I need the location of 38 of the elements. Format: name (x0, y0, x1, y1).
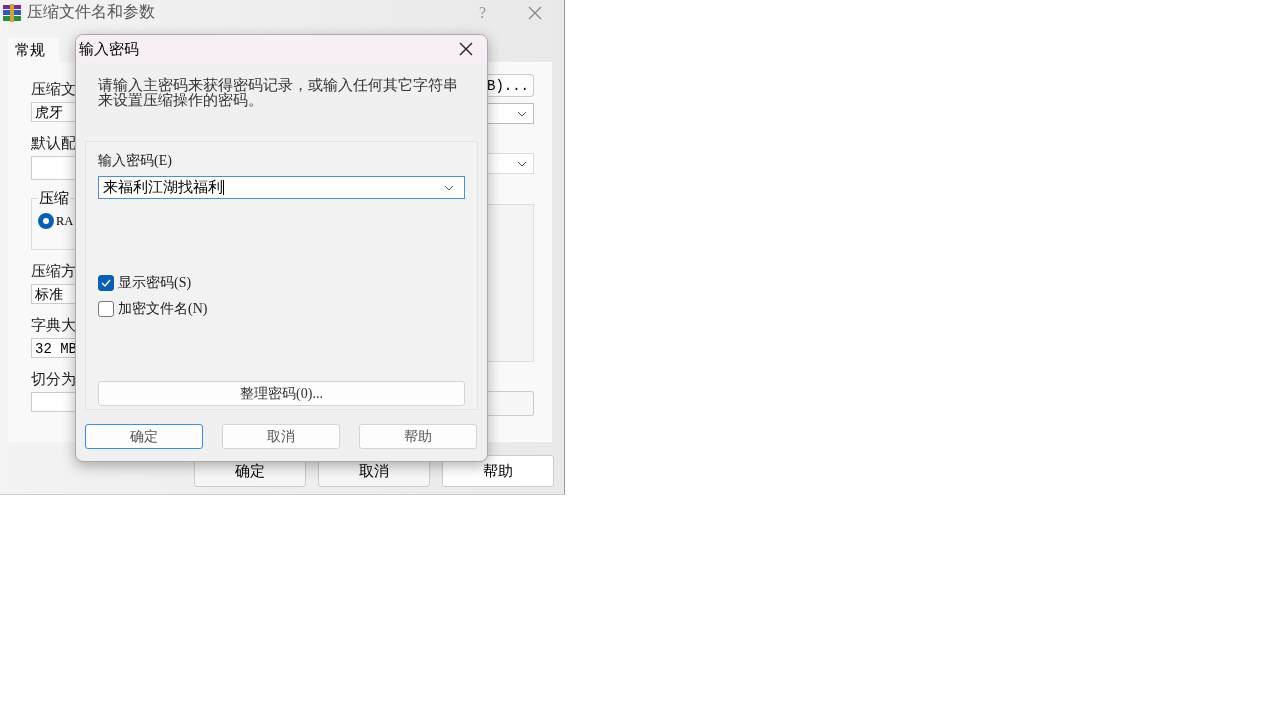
input-field[interactable]: 标准 (31, 284, 75, 304)
checkmark-icon (101, 279, 111, 287)
browse-button[interactable]: B)... (487, 74, 534, 97)
chevron-down-icon (517, 110, 527, 117)
field-label: 字典大 (31, 316, 75, 334)
input-field[interactable] (31, 156, 75, 180)
password-label: 输入密码(E) (98, 152, 173, 170)
dropdown[interactable] (487, 103, 534, 124)
chevron-down-icon (517, 160, 527, 167)
chevron-down-icon (444, 184, 454, 191)
field-label: 默认配 (31, 134, 75, 152)
organize-passwords-button[interactable]: 整理密码(0)... (98, 381, 465, 406)
dialog-button[interactable]: 取消 (222, 424, 340, 449)
checkbox-label: 加密文件名(N) (118, 300, 208, 318)
dialog-button[interactable]: 帮助 (442, 455, 554, 487)
instruction-text: 请输入主密码来获得密码记录，或输入任何其它字符串来设置压缩操作的密码。 (98, 78, 459, 108)
dialog-title: 输入密码 (79, 39, 139, 59)
field-label: 压缩文 (31, 80, 75, 98)
books-stack-icon (2, 3, 22, 22)
field-label: 压缩方 (31, 262, 75, 280)
dropdown[interactable] (487, 153, 534, 174)
input-field[interactable]: 虎牙 (31, 102, 75, 122)
dialog-button[interactable]: 帮助 (359, 424, 477, 449)
list-box[interactable] (487, 204, 534, 362)
radio-button[interactable] (38, 213, 54, 229)
input-field[interactable] (31, 392, 75, 412)
checkbox[interactable] (98, 301, 114, 317)
close-icon[interactable] (459, 42, 473, 56)
checkbox-label: 显示密码(S) (118, 274, 192, 292)
radio-label: RA (56, 213, 74, 229)
field-label: 切分为 (31, 370, 75, 388)
tab[interactable]: 常规 (8, 38, 59, 62)
password-combo-box[interactable]: 来福利江湖找福利 (98, 176, 465, 199)
checkbox[interactable] (98, 275, 114, 291)
input-field[interactable] (487, 391, 534, 416)
window-title: 压缩文件名和参数 (27, 2, 155, 22)
group-title: 压缩 (38, 189, 70, 208)
dialog-button[interactable]: 确定 (85, 424, 203, 449)
